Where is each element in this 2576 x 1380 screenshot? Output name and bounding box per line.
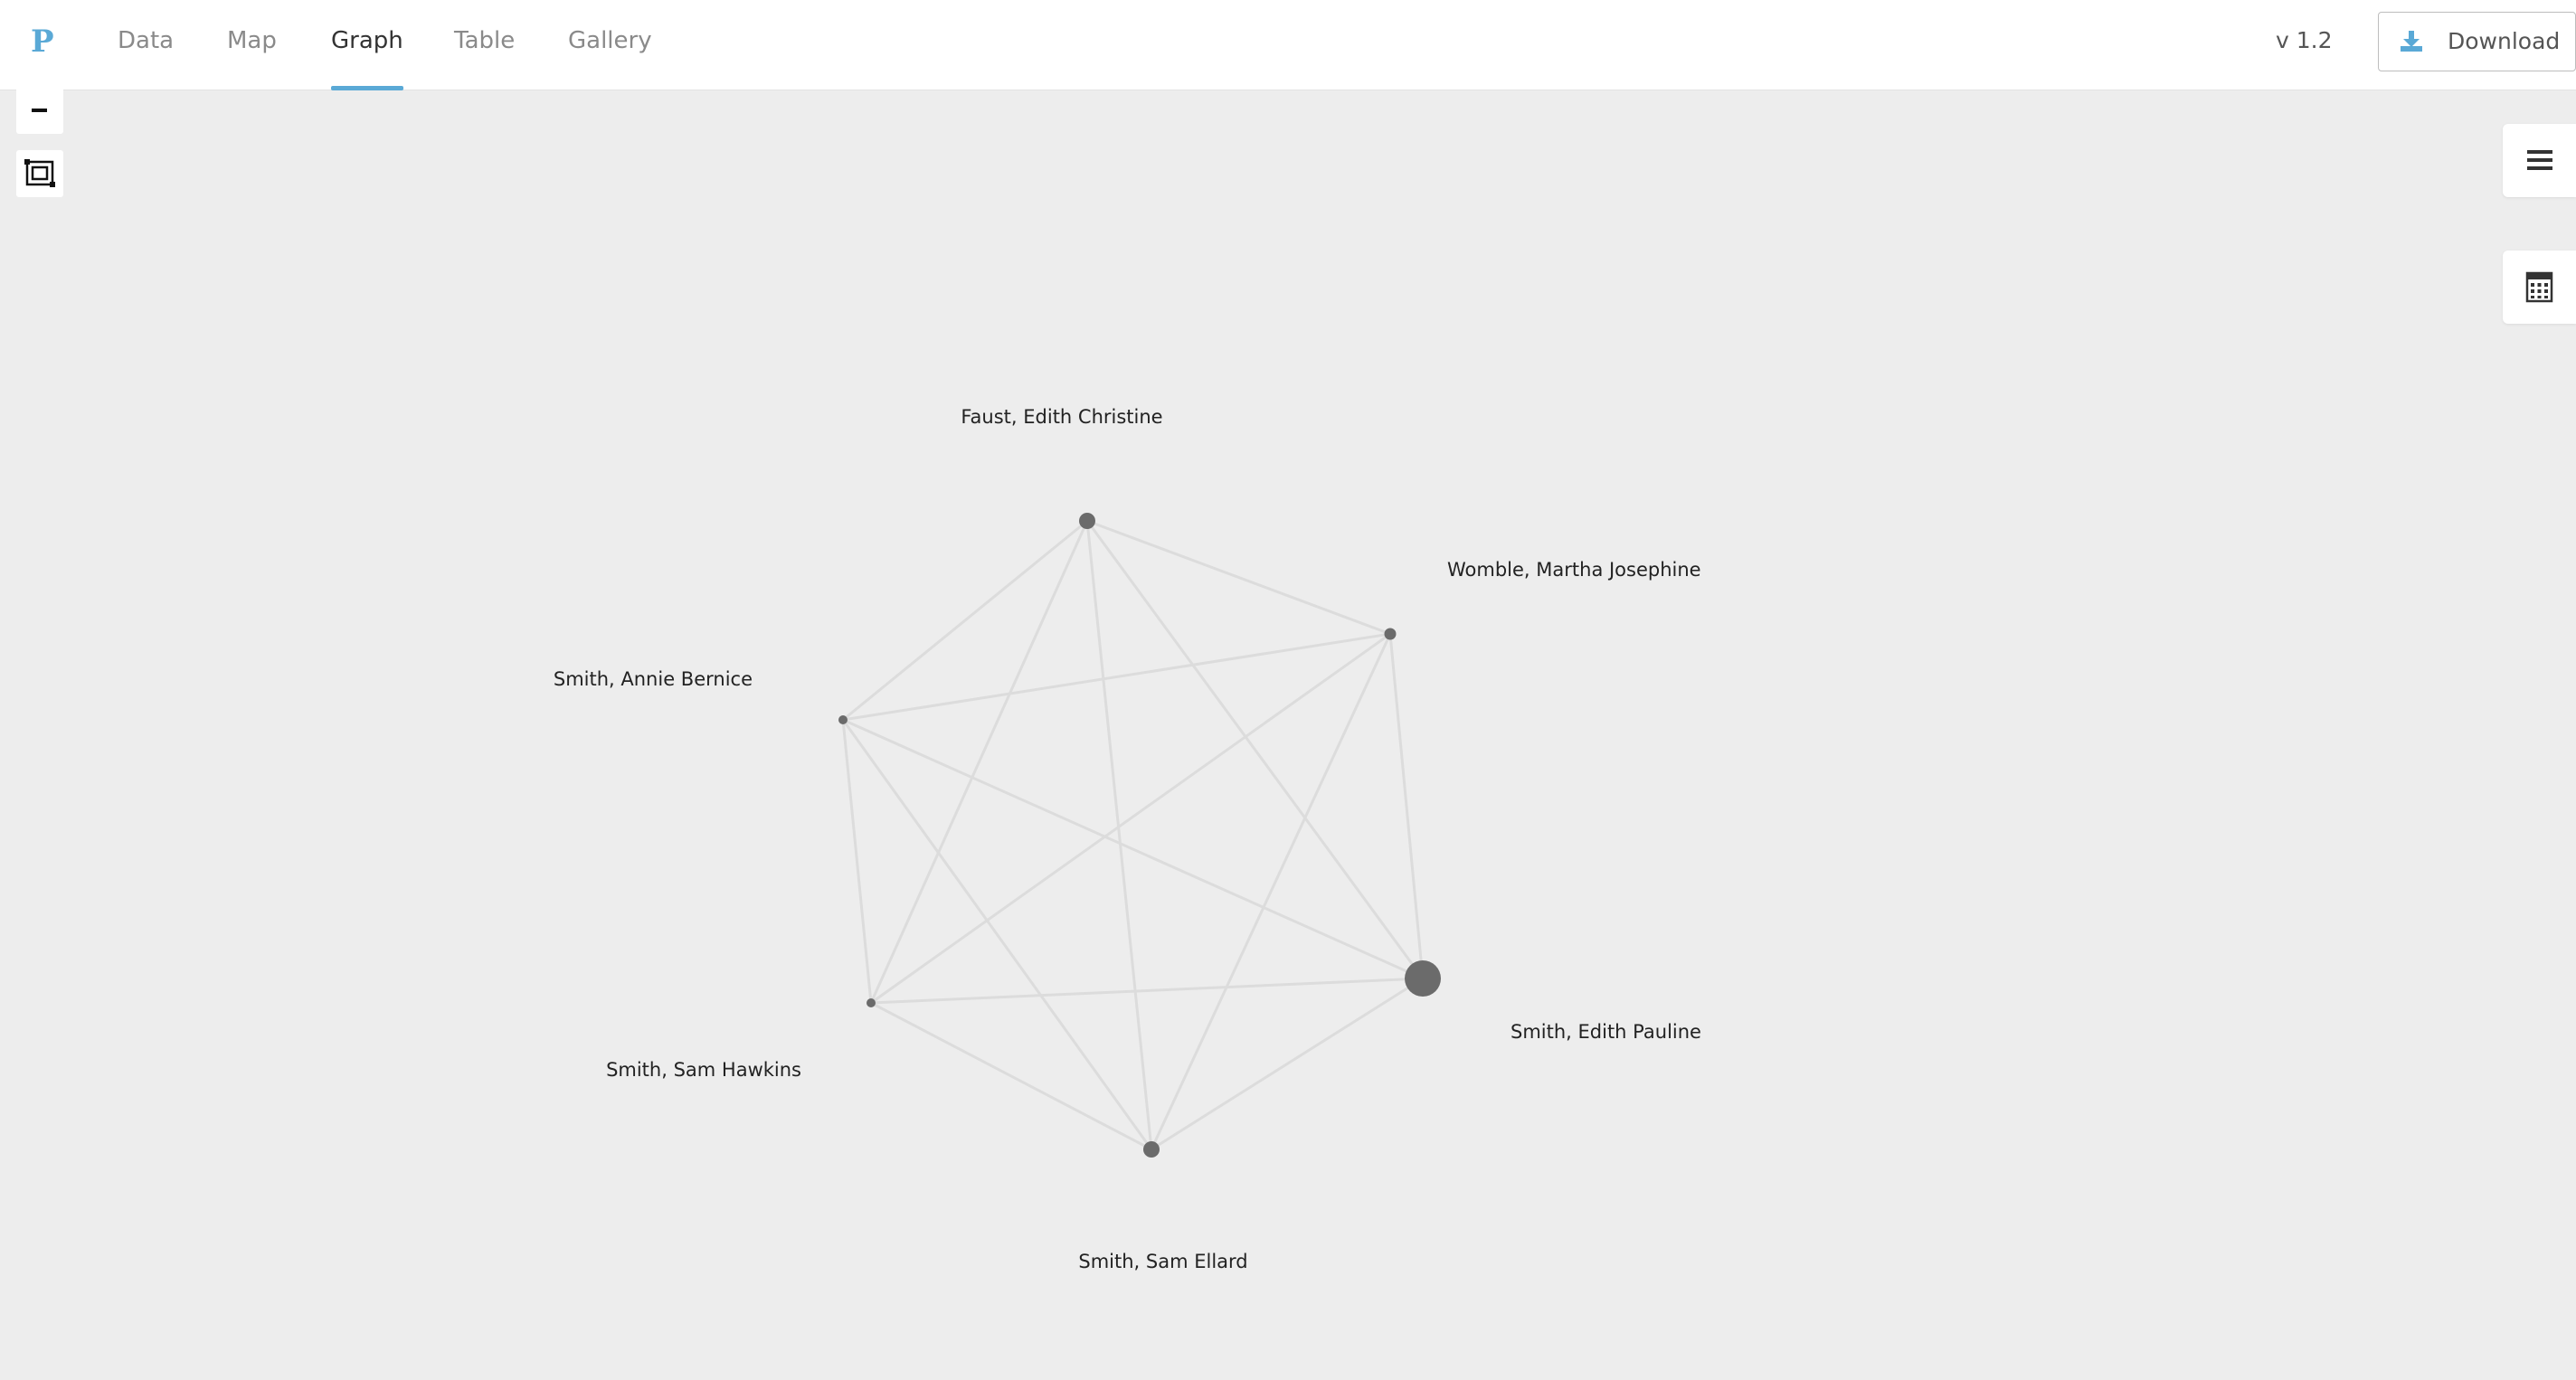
- graph-node-label-womble: Womble, Martha Josephine: [1447, 559, 1701, 581]
- graph-node-label-faust: Faust, Edith Christine: [961, 406, 1162, 428]
- graph-edges: [841, 519, 1425, 1151]
- graph-edge-faust-pauline: [1085, 520, 1425, 979]
- graph-edge-annie-pauline: [842, 718, 1424, 980]
- graph-node-annie[interactable]: [838, 715, 848, 724]
- graph-edge-hawkins-ellard: [870, 1001, 1152, 1151]
- graph-node-pauline[interactable]: [1405, 960, 1441, 997]
- graph-node-ellard[interactable]: [1143, 1141, 1160, 1158]
- version-label: v 1.2: [2276, 27, 2333, 53]
- graph-edge-faust-ellard: [1085, 520, 1153, 1150]
- graph-edge-hawkins-pauline: [870, 977, 1424, 1005]
- download-icon: [2401, 31, 2422, 52]
- graph-edge-annie-hawkins: [841, 719, 873, 1004]
- graph-edge-womble-annie: [842, 632, 1391, 722]
- download-button[interactable]: Download: [2378, 12, 2576, 71]
- top-navigation-bar: P Data Map Graph Table Gallery v 1.2 Dow…: [0, 0, 2576, 90]
- graph-node-label-pauline: Smith, Edith Pauline: [1511, 1021, 1701, 1043]
- tab-data[interactable]: Data: [118, 0, 174, 90]
- network-graph[interactable]: Faust, Edith Christine Womble, Martha Jos…: [0, 90, 2576, 1380]
- download-label: Download: [2448, 28, 2561, 54]
- graph-edge-faust-annie: [842, 519, 1088, 722]
- graph-edge-womble-pauline: [1388, 633, 1425, 979]
- graph-edge-womble-ellard: [1150, 633, 1392, 1150]
- graph-edge-annie-ellard: [841, 719, 1153, 1150]
- tab-gallery[interactable]: Gallery: [568, 0, 652, 90]
- graph-nodes: [838, 513, 1441, 1158]
- graph-node-label-ellard: Smith, Sam Ellard: [1078, 1251, 1247, 1272]
- tab-map[interactable]: Map: [227, 0, 277, 90]
- tab-table[interactable]: Table: [454, 0, 515, 90]
- graph-node-hawkins[interactable]: [867, 998, 876, 1007]
- app-logo[interactable]: P: [31, 22, 62, 61]
- graph-node-womble[interactable]: [1384, 628, 1397, 640]
- graph-node-faust[interactable]: [1079, 513, 1095, 529]
- graph-node-label-annie: Smith, Annie Bernice: [554, 668, 753, 690]
- graph-edge-faust-hawkins: [869, 520, 1089, 1004]
- tab-graph[interactable]: Graph: [331, 0, 403, 90]
- graph-node-label-hawkins: Smith, Sam Hawkins: [606, 1059, 801, 1081]
- graph-edge-faust-womble: [1086, 519, 1391, 636]
